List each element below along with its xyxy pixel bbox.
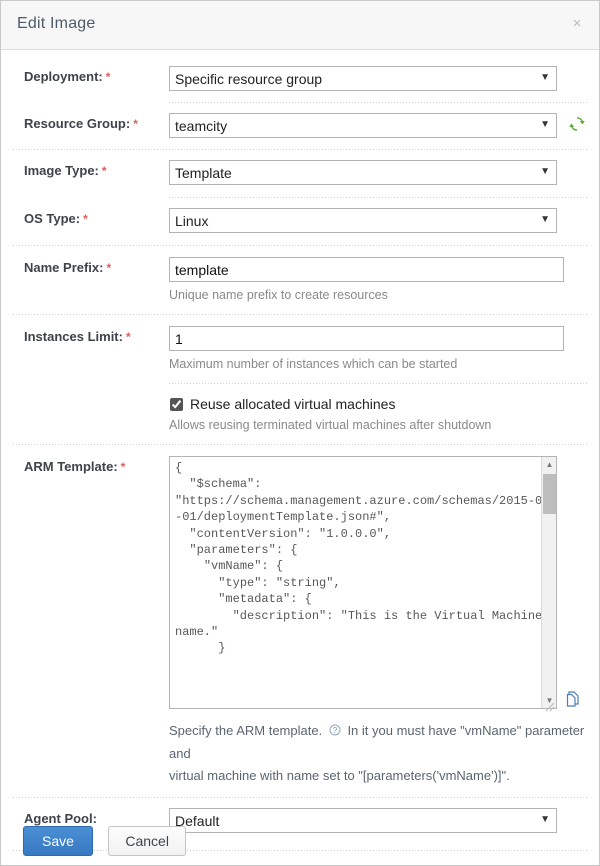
label-os-type-text: OS Type: (24, 211, 81, 226)
instances-limit-hint: Maximum number of instances which can be… (169, 357, 458, 371)
label-os-type: OS Type: * (13, 208, 169, 226)
required-marker: * (120, 460, 126, 474)
os-type-select-wrap: Linux ▼ (169, 208, 557, 233)
arm-template-help: Specify the ARM template. ? In it you mu… (169, 714, 587, 787)
name-prefix-input[interactable] (169, 257, 564, 282)
label-deployment: Deployment: * (13, 66, 169, 84)
row-os-type: OS Type: * Linux ▼ (1, 198, 599, 233)
field-arm-template: { "$schema": "https://schema.management.… (169, 456, 587, 787)
required-marker: * (83, 212, 88, 226)
resize-handle-icon[interactable] (543, 700, 555, 712)
row-resource-group: Resource Group: * teamcity ▼ (1, 103, 599, 138)
required-marker: * (125, 330, 131, 344)
svg-text:?: ? (333, 726, 338, 735)
scroll-up-icon[interactable]: ▲ (542, 457, 557, 472)
deployment-select-wrap: Specific resource group ▼ (169, 66, 557, 91)
reuse-vms-checkbox-row[interactable]: Reuse allocated virtual machines (169, 394, 587, 412)
required-marker: * (106, 261, 112, 275)
label-instances-limit: Instances Limit: * (13, 326, 169, 344)
resource-group-select[interactable]: teamcity (169, 113, 557, 138)
label-resource-group: Resource Group: * (13, 113, 169, 131)
cancel-button[interactable]: Cancel (108, 826, 186, 856)
os-type-select[interactable]: Linux (169, 208, 557, 233)
label-resource-group-text: Resource Group: (24, 116, 131, 131)
reuse-vms-checkbox[interactable] (170, 397, 183, 411)
field-image-type: Template ▼ (169, 160, 587, 185)
dialog-header: Edit Image × (1, 1, 599, 50)
label-image-type-text: Image Type: (24, 163, 99, 178)
field-instances-limit: Maximum number of instances which can be… (169, 326, 587, 372)
close-icon[interactable]: × (567, 14, 587, 34)
arm-template-help-before: Specify the ARM template. (169, 723, 323, 738)
field-resource-group: teamcity ▼ (169, 113, 587, 138)
row-name-prefix: Name Prefix:* Unique name prefix to crea… (1, 246, 599, 303)
row-instances-limit: Instances Limit:* Maximum number of inst… (1, 315, 599, 372)
refresh-icon[interactable] (569, 116, 586, 137)
field-reuse-vms: Reuse allocated virtual machines Allows … (169, 394, 587, 433)
reuse-vms-hint: Allows reusing terminated virtual machin… (169, 418, 492, 432)
dialog-footer: Save Cancel (1, 816, 599, 865)
name-prefix-hint: Unique name prefix to create resources (169, 288, 388, 302)
row-reuse-vms: Reuse allocated virtual machines Allows … (1, 384, 599, 433)
label-name-prefix-text: Name Prefix: (24, 260, 104, 275)
save-button[interactable]: Save (23, 826, 93, 856)
arm-template-help-line2: virtual machine with name set to "[param… (169, 768, 510, 783)
image-type-select[interactable]: Template (169, 160, 557, 185)
required-marker: * (133, 117, 138, 131)
label-arm-template: ARM Template: * (13, 456, 169, 474)
textarea-scrollbar[interactable]: ▲ ▼ (541, 457, 556, 708)
row-image-type: Image Type: * Template ▼ (1, 150, 599, 185)
dialog-body: Deployment: * Specific resource group ▼ R… (1, 50, 599, 851)
row-arm-template: ARM Template: * { "$schema": "https://sch… (1, 445, 599, 787)
label-image-type: Image Type: * (13, 160, 169, 178)
field-deployment: Specific resource group ▼ (169, 66, 587, 91)
edit-image-dialog: Edit Image × Deployment: * Specific resou… (0, 0, 600, 866)
required-marker: * (105, 70, 111, 84)
deployment-select[interactable]: Specific resource group (169, 66, 557, 91)
file-document-icon[interactable] (565, 691, 579, 713)
label-deployment-text: Deployment: (24, 69, 103, 84)
image-type-select-wrap: Template ▼ (169, 160, 557, 185)
field-name-prefix: Unique name prefix to create resources (169, 257, 587, 303)
label-reuse-vms-spacer (13, 394, 169, 397)
arm-template-textarea[interactable]: { "$schema": "https://schema.management.… (169, 456, 557, 709)
field-os-type: Linux ▼ (169, 208, 587, 233)
label-instances-limit-text: Instances Limit: (24, 329, 123, 344)
scrollbar-thumb[interactable] (543, 474, 556, 514)
arm-template-wrap: { "$schema": "https://schema.management.… (169, 456, 579, 714)
instances-limit-input[interactable] (169, 326, 564, 351)
row-deployment: Deployment: * Specific resource group ▼ (1, 50, 599, 91)
question-mark-icon[interactable]: ? (329, 721, 341, 743)
required-marker: * (101, 164, 107, 178)
label-arm-template-text: ARM Template: (24, 459, 118, 474)
reuse-vms-label: Reuse allocated virtual machines (190, 396, 396, 412)
label-name-prefix: Name Prefix: * (13, 257, 169, 275)
resource-group-select-wrap: teamcity ▼ (169, 113, 557, 138)
page-title: Edit Image (17, 15, 96, 32)
